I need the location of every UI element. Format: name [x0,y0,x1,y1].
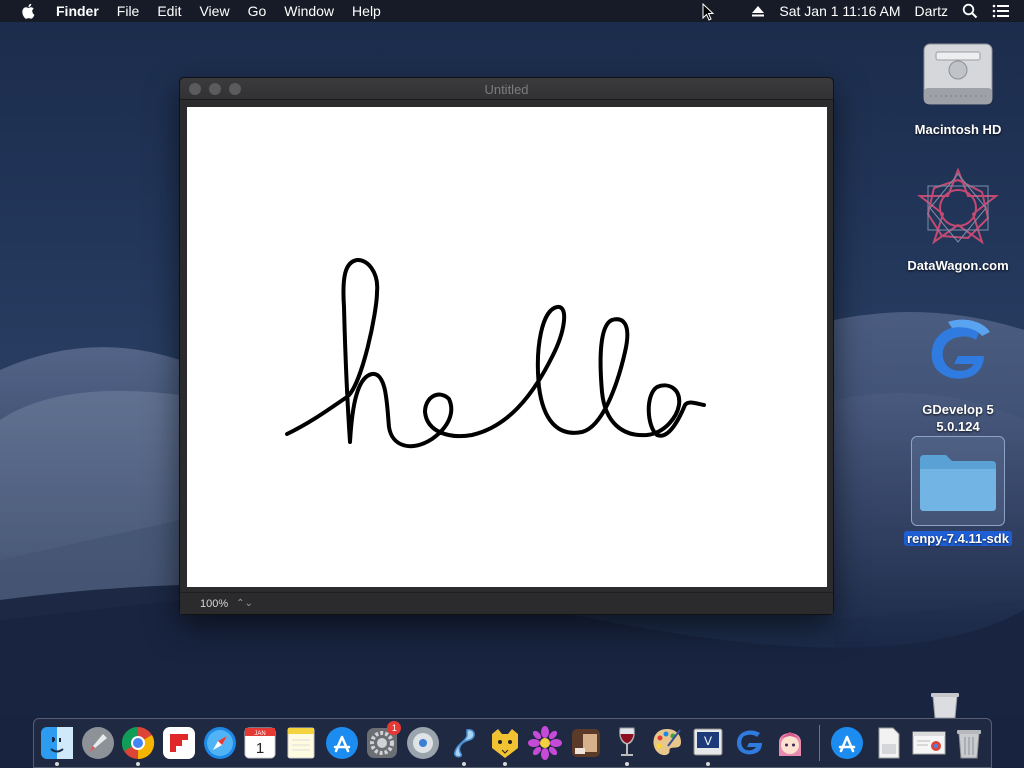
flipboard-icon [162,727,195,759]
app-store-icon [325,727,358,759]
notes-icon [287,727,315,759]
wine-icon [618,727,635,756]
folder-selection-box [911,436,1005,526]
running-indicator [55,762,59,766]
desktop-icon-label: DataWagon.com [907,258,1009,273]
menu-edit[interactable]: Edit [157,3,181,19]
menu-bar: Finder File Edit View Go Window Help Sat… [0,0,1024,22]
dock-app[interactable] [404,723,442,763]
calendar-icon: JAN 1 [244,727,276,759]
running-indicator [136,762,141,766]
desktop-icon-macintosh-hd[interactable]: Macintosh HD [903,34,1013,138]
running-indicator [462,762,467,766]
dock-app[interactable] [323,723,361,763]
dock-app[interactable]: 1 [364,721,402,763]
drawing-canvas[interactable] [187,107,827,587]
menu-window[interactable]: Window [284,3,334,19]
disk-utility-icon [407,727,440,759]
finder-icon [40,727,73,759]
paint-palette-icon [653,729,682,756]
hard-drive-icon [923,43,993,105]
desktop-icon-label: Macintosh HD [914,122,1002,137]
brown-box-icon [571,729,600,757]
dock-app[interactable] [649,723,687,763]
dock-app[interactable] [445,723,483,766]
menu-go[interactable]: Go [248,3,267,19]
app-store-icon-2 [831,727,864,759]
desktop-icon-label: renpy-7.4.11-sdk [904,531,1012,546]
dock: JAN 1 1 V [33,718,992,768]
menu-view[interactable]: View [199,3,229,19]
dock-app[interactable] [119,723,157,766]
running-indicator [624,762,629,766]
spotlight-search-icon[interactable] [962,3,978,19]
gdevelop-icon [736,730,762,755]
dock-app[interactable] [869,723,907,763]
trash-icon [957,730,982,759]
eject-icon[interactable] [751,5,765,17]
menu-user[interactable]: Dartz [915,3,948,19]
dock-app[interactable] [771,723,809,763]
dock-app[interactable] [486,723,524,766]
dock-separator [819,725,821,761]
mouse-cursor-icon [702,3,714,21]
zoom-stepper-icon[interactable]: ⌃⌄ [236,598,253,609]
anime-girl-icon [778,732,801,756]
file-doc-icon [878,727,900,759]
handwritten-hello-drawing [285,258,706,449]
menu-clock[interactable]: Sat Jan 1 11:16 AM [779,3,900,19]
menu-file[interactable]: File [117,3,140,19]
desktop-icon-gdevelop[interactable]: GDevelop 5 5.0.124 [903,318,1013,435]
dock-app[interactable] [730,723,768,763]
dock-app[interactable] [38,723,76,766]
dock-app[interactable] [828,723,866,763]
desktop-icon-renpy-folder[interactable]: renpy-7.4.11-sdk [903,436,1013,547]
dock-app[interactable] [160,723,198,763]
calendar-month: JAN [255,731,266,737]
running-indicator [706,762,711,766]
window-titlebar[interactable]: Untitled [180,78,833,100]
dock-app[interactable] [526,723,564,763]
running-indicator [502,762,507,766]
calendar-day: 1 [256,740,264,757]
notification-center-icon[interactable] [992,4,1010,18]
gdevelop-logo-icon [931,319,990,379]
dock-app[interactable] [201,723,239,763]
launchpad-icon [81,727,114,759]
safari-icon [203,727,236,759]
chrome-window-icon [912,731,946,755]
desktop-icon-label: GDevelop 5 5.0.124 [922,402,994,434]
dock-app[interactable] [79,723,117,763]
desktop-trash-icon[interactable] [928,690,962,718]
dock-app[interactable] [608,723,646,766]
dock-app[interactable]: V [689,723,727,766]
dock-app[interactable]: JAN 1 [242,723,280,763]
folder-icon [920,455,996,511]
dock-app[interactable] [950,723,988,763]
vim-icon: V [693,728,723,756]
dock-app[interactable] [567,723,605,763]
menu-help[interactable]: Help [352,3,381,19]
zoom-level[interactable]: 100% [200,598,228,610]
window-title: Untitled [484,82,529,97]
svg-text:V: V [704,734,712,748]
dock-app[interactable] [282,723,320,763]
dock-app[interactable] [910,723,948,763]
cheetah-icon [491,729,518,758]
flower-icon [528,726,563,760]
scribble-app-icon [453,729,475,758]
desktop-icon-datawagon[interactable]: DataWagon.com [903,166,1013,274]
apple-menu-icon[interactable] [20,2,38,20]
chrome-icon [122,726,155,760]
window-statusbar: 100% ⌃⌄ [180,592,833,614]
drawing-window: Untitled 100% ⌃⌄ [179,77,834,615]
menu-finder[interactable]: Finder [56,3,99,19]
datawagon-star-icon [917,167,999,245]
